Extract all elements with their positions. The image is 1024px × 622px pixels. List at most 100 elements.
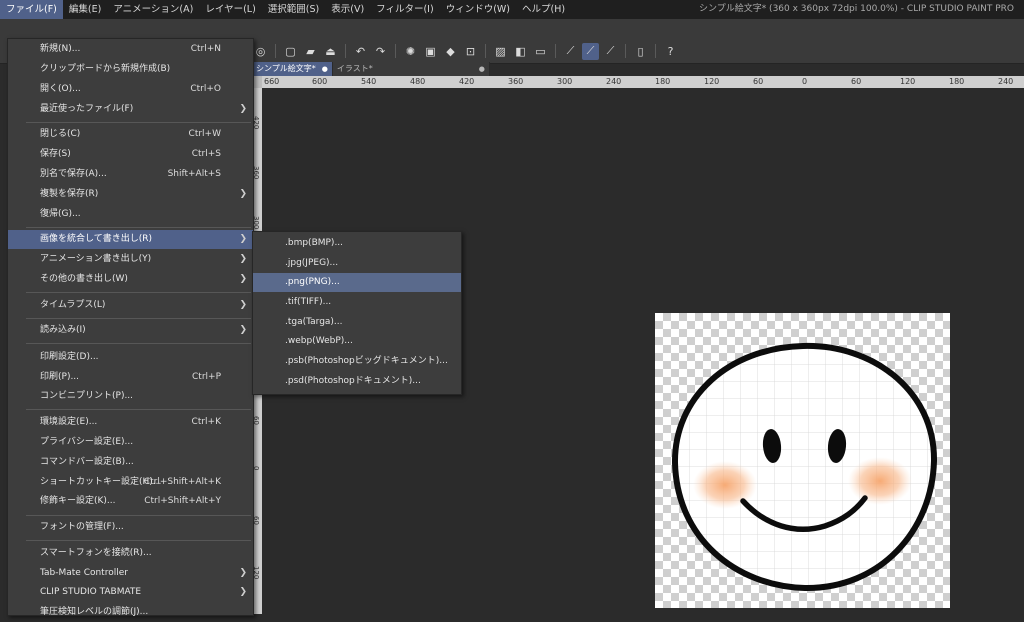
menu-item-privacy-settings[interactable]: プライバシー設定(E)... xyxy=(8,433,253,452)
grid-snap-icon[interactable]: ⟋ xyxy=(602,43,619,60)
menu-item-modifier-key-settings[interactable]: 修飾キー設定(K)... Ctrl+Shift+Alt+Y xyxy=(8,492,253,511)
ruler-label: 60 xyxy=(753,77,764,86)
special-ruler-snap-icon[interactable]: ⟋ xyxy=(582,42,599,60)
menu-view[interactable]: 表示(V) xyxy=(325,0,370,19)
clip-studio-icon[interactable]: ◎ xyxy=(252,43,269,60)
selection-border-icon[interactable]: ▭ xyxy=(532,43,549,60)
menu-separator xyxy=(26,227,251,228)
open-folder-icon[interactable]: ▰ xyxy=(302,43,319,60)
menu-item-save-duplicate[interactable]: 複製を保存(R) ❯ xyxy=(8,185,253,204)
menu-item-connect-smartphone[interactable]: スマートフォンを接続(R)... xyxy=(8,544,253,563)
menu-help[interactable]: ヘルプ(H) xyxy=(516,0,571,19)
menu-item-print[interactable]: 印刷(P)... Ctrl+P xyxy=(8,368,253,387)
ruler-label: 120 xyxy=(900,77,916,86)
tab-simple-emoji[interactable]: シンプル絵文字* ● xyxy=(252,62,333,76)
chevron-right-icon: ❯ xyxy=(239,189,247,199)
menu-item-new[interactable]: 新規(N)... Ctrl+N xyxy=(8,40,253,59)
transform-icon[interactable]: ⊡ xyxy=(462,43,479,60)
tab-close-icon[interactable]: ● xyxy=(322,62,328,76)
menu-item-recent-files[interactable]: 最近使ったファイル(F) ❯ xyxy=(8,100,253,119)
chevron-right-icon: ❯ xyxy=(239,274,247,284)
menu-file[interactable]: ファイル(F) xyxy=(0,0,63,19)
menu-layer[interactable]: レイヤー(L) xyxy=(199,0,261,19)
ruler-label: 480 xyxy=(410,77,426,86)
chevron-right-icon: ❯ xyxy=(239,104,247,114)
menu-separator xyxy=(26,515,251,516)
menu-item-new-from-clipboard[interactable]: クリップボードから新規作成(B) xyxy=(8,60,253,79)
deselect-icon[interactable]: ▨ xyxy=(492,43,509,60)
submenu-item-psb[interactable]: .psb(Photoshopビッグドキュメント)... xyxy=(253,352,461,371)
toolbar-separator xyxy=(395,44,396,58)
new-file-icon[interactable]: ▢ xyxy=(282,43,299,60)
menu-item-font-management[interactable]: フォントの管理(F)... xyxy=(8,518,253,537)
ruler-label: 120 xyxy=(704,77,720,86)
menu-separator xyxy=(26,343,251,344)
toolbar-separator xyxy=(655,44,656,58)
toolbar-separator xyxy=(345,44,346,58)
ruler-label: 60 xyxy=(851,77,862,86)
menu-item-other-export[interactable]: その他の書き出し(W) ❯ xyxy=(8,270,253,289)
submenu-item-png[interactable]: .png(PNG)... xyxy=(253,273,461,292)
tabmate-icon[interactable]: ▯ xyxy=(632,43,649,60)
menu-edit[interactable]: 編集(E) xyxy=(63,0,107,19)
tab-label: シンプル絵文字* xyxy=(256,64,316,73)
menu-item-save[interactable]: 保存(S) Ctrl+S xyxy=(8,145,253,164)
chevron-right-icon: ❯ xyxy=(239,325,247,335)
menu-item-revert[interactable]: 復帰(G)... xyxy=(8,205,253,224)
menu-item-open[interactable]: 開く(O)... Ctrl+O xyxy=(8,80,253,99)
horizontal-ruler: 660 600 540 480 420 360 300 240 180 120 … xyxy=(262,76,1024,88)
help-icon[interactable]: ? xyxy=(662,43,679,60)
ruler-label: 600 xyxy=(312,77,328,86)
menu-item-preferences[interactable]: 環境設定(E)... Ctrl+K xyxy=(8,413,253,432)
menu-item-convenience-print[interactable]: コンビニプリント(P)... xyxy=(8,387,253,406)
ruler-label: 240 xyxy=(606,77,622,86)
menu-filter[interactable]: フィルター(I) xyxy=(370,0,440,19)
ruler-label: 300 xyxy=(557,77,573,86)
tab-illust[interactable]: イラスト* ● xyxy=(332,62,490,76)
submenu-item-webp[interactable]: .webp(WebP)... xyxy=(253,332,461,351)
command-bar-icons: ◎ ▢ ▰ ⏏ ↶ ↷ ✺ ▣ ◆ ⊡ ▨ ◧ ▭ ⟋ ⟋ ⟋ ▯ ? xyxy=(252,41,679,61)
submenu-item-jpg[interactable]: .jpg(JPEG)... xyxy=(253,254,461,273)
menu-animation[interactable]: アニメーション(A) xyxy=(107,0,199,19)
menu-separator xyxy=(26,122,251,123)
undo-icon[interactable]: ↶ xyxy=(352,43,369,60)
save-icon[interactable]: ⏏ xyxy=(322,43,339,60)
menu-item-command-bar-settings[interactable]: コマンドバー設定(B)... xyxy=(8,453,253,472)
submenu-item-tga[interactable]: .tga(Targa)... xyxy=(253,313,461,332)
menu-item-import[interactable]: 読み込み(I) ❯ xyxy=(8,321,253,340)
right-blush xyxy=(848,457,912,505)
menu-item-tab-mate-controller[interactable]: Tab-Mate Controller ❯ xyxy=(8,564,253,583)
menu-item-clip-studio-tabmate[interactable]: CLIP STUDIO TABMATE ❯ xyxy=(8,583,253,602)
ruler-label: 540 xyxy=(361,77,377,86)
menu-item-close[interactable]: 閉じる(C) Ctrl+W xyxy=(8,125,253,144)
menu-item-export-single-layer[interactable]: 画像を統合して書き出し(R) ❯ xyxy=(8,230,253,249)
ruler-label: 660 xyxy=(264,77,280,86)
menu-item-save-as[interactable]: 別名で保存(A)... Shift+Alt+S xyxy=(8,165,253,184)
chevron-right-icon: ❯ xyxy=(239,234,247,244)
menu-selection[interactable]: 選択範囲(S) xyxy=(262,0,325,19)
document-canvas[interactable] xyxy=(655,313,950,608)
ruler-label: 420 xyxy=(459,77,475,86)
submenu-item-psd[interactable]: .psd(Photoshopドキュメント)... xyxy=(253,372,461,391)
menu-item-animation-export[interactable]: アニメーション書き出し(Y) ❯ xyxy=(8,250,253,269)
menu-item-print-settings[interactable]: 印刷設定(D)... xyxy=(8,348,253,367)
ruler-snap-icon[interactable]: ⟋ xyxy=(562,43,579,60)
clear-icon[interactable]: ▣ xyxy=(422,43,439,60)
menu-separator xyxy=(26,409,251,410)
menu-window[interactable]: ウィンドウ(W) xyxy=(440,0,516,19)
chevron-right-icon: ❯ xyxy=(239,568,247,578)
submenu-item-tif[interactable]: .tif(TIFF)... xyxy=(253,293,461,312)
chevron-right-icon: ❯ xyxy=(239,300,247,310)
menu-item-shortcut-settings[interactable]: ショートカットキー設定(H)... Ctrl+Shift+Alt+K xyxy=(8,473,253,492)
toolbar-separator xyxy=(275,44,276,58)
loading-icon[interactable]: ✺ xyxy=(402,43,419,60)
toolbar-separator xyxy=(625,44,626,58)
submenu-item-bmp[interactable]: .bmp(BMP)... xyxy=(253,234,461,253)
redo-icon[interactable]: ↷ xyxy=(372,43,389,60)
fill-icon[interactable]: ◆ xyxy=(442,43,459,60)
toolbar-separator xyxy=(485,44,486,58)
menu-item-pen-pressure[interactable]: 筆圧検知レベルの調節(J)... xyxy=(8,603,253,622)
menu-item-timelapse[interactable]: タイムラプス(L) ❯ xyxy=(8,296,253,315)
tab-close-icon[interactable]: ● xyxy=(479,62,485,76)
invert-selection-icon[interactable]: ◧ xyxy=(512,43,529,60)
